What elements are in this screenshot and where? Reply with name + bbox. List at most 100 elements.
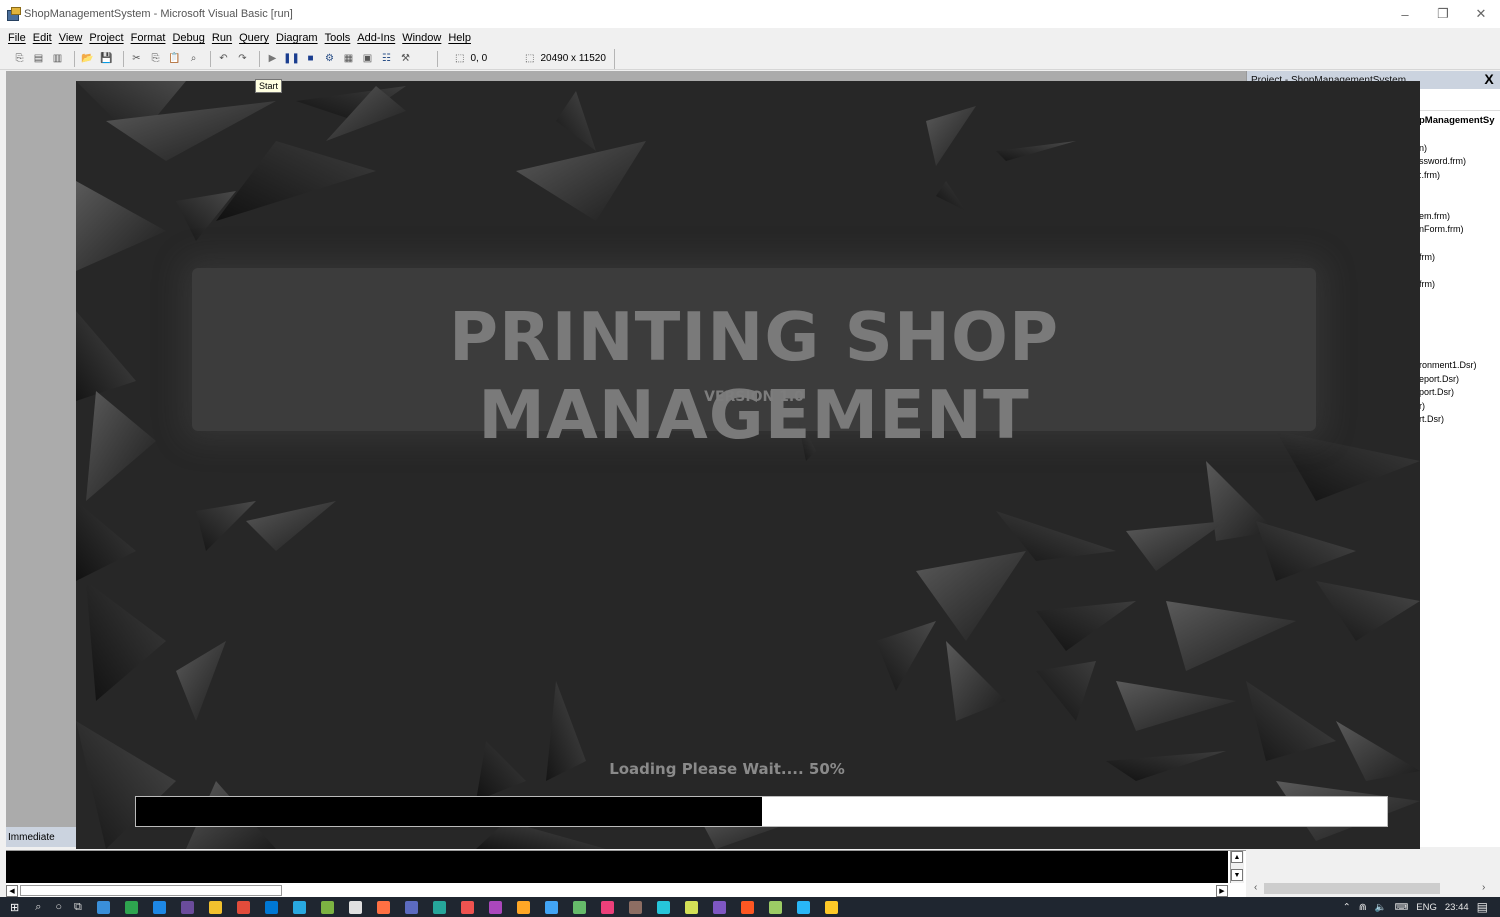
restore-button[interactable]: ❐ [1424, 0, 1462, 28]
scroll-left-icon[interactable]: ‹ [1254, 882, 1257, 893]
taskbar-app-icon[interactable] [96, 900, 110, 914]
menu-query[interactable]: Query [239, 32, 269, 44]
taskbar-app-icon[interactable] [572, 900, 586, 914]
notifications-icon[interactable]: ▤ [1477, 900, 1488, 914]
taskbar-app-icon[interactable] [432, 900, 446, 914]
taskbar-app-icon[interactable] [516, 900, 530, 914]
redo-icon[interactable]: ↷ [235, 51, 250, 66]
project-explorer-icon[interactable]: ⚙ [322, 51, 337, 66]
clock[interactable]: 23:44 [1445, 902, 1469, 913]
taskbar-app-icon[interactable] [264, 900, 278, 914]
taskbar-app-icon[interactable] [796, 900, 810, 914]
close-button[interactable]: ✕ [1462, 0, 1500, 28]
taskbar-app-icon[interactable] [740, 900, 754, 914]
add-form-icon[interactable]: ▤ [31, 51, 46, 66]
menu-project[interactable]: Project [89, 32, 123, 44]
version-label: VERSION 1.0 [704, 389, 804, 405]
open-project-icon[interactable]: 📂 [80, 51, 95, 66]
immediate-window[interactable]: ▲ ▼ ◀ ▶ [6, 850, 1246, 898]
project-tree-item[interactable]: frm) [1419, 279, 1435, 289]
form-layout-icon[interactable]: ▣ [360, 51, 375, 66]
menu-edit[interactable]: Edit [33, 32, 52, 44]
taskbar-app-icon[interactable] [292, 900, 306, 914]
menu-editor-icon[interactable]: ▥ [50, 51, 65, 66]
tray-chevron-icon[interactable]: ⌃ [1343, 902, 1351, 913]
scroll-right-icon[interactable]: › [1482, 882, 1485, 893]
scroll-right-icon[interactable]: ▶ [1216, 885, 1228, 897]
language-indicator[interactable]: ENG [1416, 902, 1437, 913]
project-tree-item[interactable]: port.Dsr) [1419, 387, 1454, 397]
taskbar-app-icon[interactable] [824, 900, 838, 914]
scroll-left-icon[interactable]: ◀ [6, 885, 18, 897]
taskbar-app-icon[interactable] [460, 900, 474, 914]
project-tree-item[interactable]: frm) [1419, 252, 1435, 262]
undo-icon[interactable]: ↶ [216, 51, 231, 66]
taskbar-app-icon[interactable] [684, 900, 698, 914]
toolbox-icon[interactable]: ⚒ [398, 51, 413, 66]
menu-format[interactable]: Format [131, 32, 166, 44]
find-icon[interactable]: ⌕ [186, 51, 201, 66]
taskbar-app-icon[interactable] [712, 900, 726, 914]
cut-icon[interactable]: ✂ [129, 51, 144, 66]
taskbar-app-icon[interactable] [768, 900, 782, 914]
search-icon[interactable]: ⌕ [35, 901, 41, 914]
taskbar-app-icon[interactable] [544, 900, 558, 914]
menu-diagram[interactable]: Diagram [276, 32, 318, 44]
project-tree-item[interactable]: nForm.frm) [1419, 224, 1464, 234]
taskbar-app-icon[interactable] [208, 900, 222, 914]
cortana-icon[interactable]: ○ [55, 901, 62, 913]
immediate-vertical-scrollbar[interactable]: ▲ ▼ [1230, 851, 1244, 883]
taskbar-app-icon[interactable] [320, 900, 334, 914]
minimize-button[interactable]: – [1386, 0, 1424, 28]
taskbar-app-icon[interactable] [236, 900, 250, 914]
project-root-node[interactable]: pManagementSy [1419, 115, 1495, 126]
immediate-input-area[interactable] [6, 851, 1228, 883]
project-tree-item[interactable]: ssword.frm) [1419, 156, 1466, 166]
project-tree-item[interactable]: n) [1419, 143, 1427, 153]
save-project-icon[interactable]: 💾 [99, 51, 114, 66]
scroll-thumb[interactable] [20, 885, 282, 896]
taskbar-app-icon[interactable] [124, 900, 138, 914]
position-icon: ⬚ [455, 53, 465, 64]
project-tree-item[interactable]: em.frm) [1419, 211, 1450, 221]
menu-add-ins[interactable]: Add-Ins [357, 32, 395, 44]
taskbar-app-icon[interactable] [152, 900, 166, 914]
copy-icon[interactable]: ⎘ [148, 51, 163, 66]
scroll-up-icon[interactable]: ▲ [1231, 851, 1243, 863]
paste-icon[interactable]: 📋 [167, 51, 182, 66]
end-icon[interactable]: ■ [303, 51, 318, 66]
menu-tools[interactable]: Tools [325, 32, 351, 44]
menu-window[interactable]: Window [402, 32, 441, 44]
add-project-icon[interactable]: ⎘ [12, 51, 27, 66]
start-menu-icon[interactable]: ⊞ [10, 901, 19, 914]
properties-window-icon[interactable]: ▦ [341, 51, 356, 66]
menu-debug[interactable]: Debug [172, 32, 204, 44]
project-tree-item[interactable]: ronment1.Dsr) [1419, 360, 1477, 370]
scroll-down-icon[interactable]: ▼ [1231, 869, 1243, 881]
keyboard-icon[interactable]: ⌨ [1395, 902, 1409, 913]
taskbar-app-icon[interactable] [348, 900, 362, 914]
menu-run[interactable]: Run [212, 32, 232, 44]
break-icon[interactable]: ❚❚ [283, 51, 300, 66]
project-tree-item[interactable]: :.frm) [1419, 170, 1440, 180]
project-horizontal-scrollbar[interactable]: ‹ › [1252, 882, 1500, 896]
start-icon[interactable]: ▶ [265, 51, 280, 66]
scroll-thumb[interactable] [1264, 883, 1440, 894]
task-view-icon[interactable]: ⧉ [74, 901, 82, 914]
taskbar-app-icon[interactable] [376, 900, 390, 914]
taskbar-app-icon[interactable] [628, 900, 642, 914]
object-browser-icon[interactable]: ☷ [379, 51, 394, 66]
taskbar-app-icon[interactable] [488, 900, 502, 914]
taskbar-app-icon[interactable] [656, 900, 670, 914]
menu-view[interactable]: View [59, 32, 83, 44]
immediate-horizontal-scrollbar[interactable]: ◀ ▶ [6, 884, 1244, 898]
taskbar-app-icon[interactable] [180, 900, 194, 914]
project-tree-item[interactable]: eport.Dsr) [1419, 374, 1459, 384]
taskbar-app-icon[interactable] [404, 900, 418, 914]
volume-icon[interactable]: 🔈 [1375, 902, 1387, 913]
taskbar-app-icon[interactable] [600, 900, 614, 914]
network-icon[interactable]: ⋒ [1359, 902, 1367, 913]
menu-file[interactable]: File [8, 32, 26, 44]
menu-help[interactable]: Help [448, 32, 471, 44]
project-tree-item[interactable]: rt.Dsr) [1419, 414, 1444, 424]
